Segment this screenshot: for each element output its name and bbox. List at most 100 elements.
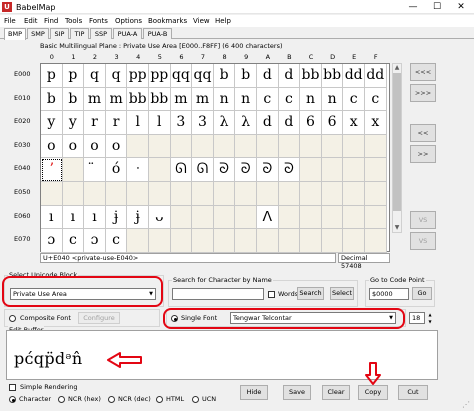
character-cell[interactable]: ᘐ [257,158,279,182]
character-cell[interactable] [149,229,171,253]
character-cell[interactable] [192,229,214,253]
character-cell[interactable]: ᐧ [127,158,149,182]
font-size-input[interactable]: 18 [409,312,425,324]
character-cell[interactable] [365,158,387,182]
character-cell[interactable] [41,182,63,206]
html-radio[interactable] [156,396,163,403]
character-cell[interactable] [257,229,279,253]
character-cell[interactable] [213,205,236,230]
character-cell[interactable] [257,182,279,206]
character-cell[interactable] [365,229,387,253]
hide-button[interactable]: Hide [240,385,268,400]
character-cell[interactable]: o [62,134,85,159]
character-cell[interactable]: dd [365,64,387,88]
character-cell[interactable]: c [343,87,365,112]
character-cell[interactable]: r [84,111,106,135]
character-cell[interactable]: 3 [192,111,214,135]
character-cell[interactable]: d [257,111,279,135]
menu-bookmarks[interactable]: Bookmarks [148,15,187,27]
tab-pua-b[interactable]: PUA-B [143,28,172,39]
character-cell[interactable]: ᘐ [235,158,257,182]
character-cell[interactable] [149,134,171,159]
character-cell[interactable] [170,182,193,206]
character-cell[interactable] [170,134,193,159]
character-cell[interactable]: ̈ [84,158,106,182]
character-cell[interactable] [321,205,344,230]
character-cell[interactable] [343,205,365,230]
character-cell[interactable] [365,134,387,159]
character-cell[interactable]: n [300,87,322,112]
codepoint-input[interactable]: $0000 [369,288,409,300]
character-cell[interactable]: ó [105,158,128,182]
next-block-button[interactable]: >> [410,145,436,163]
character-cell[interactable]: o [41,134,63,159]
character-cell[interactable]: d [278,64,301,88]
character-cell[interactable] [365,182,387,206]
character-cell[interactable]: ɔ [84,229,106,253]
character-cell[interactable]: pp [149,64,171,88]
character-cell[interactable]: bb [321,64,344,88]
tab-ssp[interactable]: SSP [90,28,112,39]
character-cell[interactable] [235,134,257,159]
select-button[interactable]: Select [330,287,354,300]
character-cell[interactable] [170,229,193,253]
character-cell[interactable]: o [105,134,128,159]
character-cell[interactable]: bb [127,87,149,112]
tab-smp[interactable]: SMP [27,28,49,39]
tab-pua-a[interactable]: PUA-A [113,28,142,39]
character-cell[interactable]: y [41,111,63,135]
character-cell[interactable]: o [84,134,106,159]
scroll-down-icon[interactable]: ▼ [392,223,402,233]
scroll-up-icon[interactable]: ▲ [392,63,402,73]
save-button[interactable]: Save [283,385,311,400]
character-cell[interactable] [300,229,322,253]
character-cell[interactable] [127,229,149,253]
character-cell[interactable]: m [170,87,193,112]
character-cell[interactable]: b [41,87,63,112]
vs-button-1[interactable]: VS [410,211,436,229]
character-cell[interactable] [321,229,344,253]
character-cell[interactable] [278,205,301,230]
character-cell[interactable] [300,182,322,206]
character-cell[interactable] [343,182,365,206]
character-cell[interactable]: x [343,111,365,135]
cut-button[interactable]: Cut [398,385,428,400]
character-cell[interactable]: bb [149,87,171,112]
character-cell[interactable]: p [41,64,63,88]
character-cell[interactable] [192,205,214,230]
menu-options[interactable]: Options [115,15,142,27]
character-cell[interactable]: q [105,64,128,88]
character-cell[interactable]: l [149,111,171,135]
menu-find[interactable]: Find [44,15,58,27]
character-cell[interactable] [321,134,344,159]
character-cell[interactable] [127,182,149,206]
ucn-radio[interactable] [192,396,199,403]
character-cell[interactable] [62,182,85,206]
character-cell[interactable]: x [365,111,387,135]
character-radio[interactable] [9,396,16,403]
character-cell[interactable] [235,229,257,253]
character-cell[interactable] [278,229,301,253]
character-cell[interactable]: b [62,87,85,112]
character-cell[interactable]: ᘏ [170,158,193,182]
menu-view[interactable]: View [193,15,210,27]
prev-block-button[interactable]: << [410,124,436,142]
clear-button[interactable]: Clear [322,385,350,400]
character-cell[interactable]: ᐱ [257,205,279,230]
character-cell[interactable]: n [213,87,236,112]
character-cell[interactable] [235,205,257,230]
character-cell[interactable]: 3 [170,111,193,135]
character-cell[interactable] [149,158,171,182]
character-cell[interactable]: c [62,229,85,253]
character-cell[interactable]: m [192,87,214,112]
character-cell[interactable] [84,182,106,206]
copy-button[interactable]: Copy [358,385,388,400]
character-cell[interactable]: ᘏ [192,158,214,182]
character-cell[interactable] [257,134,279,159]
search-input[interactable] [172,288,264,300]
character-cell[interactable] [213,134,236,159]
character-cell[interactable]: ᘐ [278,158,301,182]
character-cell[interactable]: λ [213,111,236,135]
character-cell[interactable]: λ [235,111,257,135]
menu-help[interactable]: Help [215,15,231,27]
